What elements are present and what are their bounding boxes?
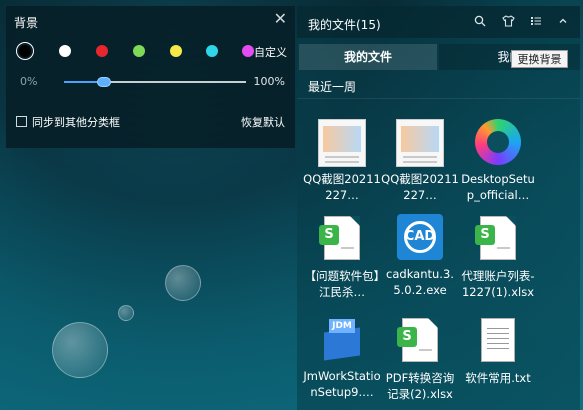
bubble-decoration: [165, 265, 201, 301]
custom-color-button[interactable]: 自定义: [254, 44, 287, 60]
divider: [297, 98, 580, 99]
panel-title: 背景: [14, 16, 39, 30]
sync-label: 同步到其他分类框: [32, 116, 120, 129]
image-thumbnail-icon: [396, 119, 444, 167]
color-swatch[interactable]: [19, 45, 31, 57]
file-name: cadkantu.3.5.0.2.exe: [386, 267, 454, 297]
color-swatches: [16, 44, 291, 58]
opacity-slider-thumb[interactable]: [97, 77, 112, 87]
color-swatch[interactable]: [242, 45, 254, 57]
file-item[interactable]: 软件常用.txt: [459, 316, 537, 386]
file-name: QQ截图20211227…: [381, 172, 459, 202]
color-swatch[interactable]: [133, 45, 145, 57]
text-file-icon: [481, 318, 515, 362]
file-name: DesktopSetup_official…: [461, 172, 535, 202]
color-swatch[interactable]: [206, 45, 218, 57]
search-icon[interactable]: [473, 15, 487, 29]
section-recent-week: 最近一周: [308, 80, 357, 94]
file-name: PDF转换咨询记录(2).xlsx: [385, 371, 455, 401]
file-name: QQ截图20211227…: [303, 172, 381, 202]
file-name: JmWorkStationSetup9.…: [303, 369, 381, 399]
sync-checkbox-row[interactable]: 同步到其他分类框: [16, 114, 120, 130]
color-swatch[interactable]: [59, 45, 71, 57]
file-item[interactable]: S 【问题软件包】江民杀…: [303, 214, 381, 300]
list-icon[interactable]: [529, 15, 543, 29]
file-item[interactable]: S 代理账户列表-1227(1).xlsx: [459, 214, 537, 300]
file-item[interactable]: QQ截图20211227…: [381, 119, 459, 203]
image-thumbnail-icon: [318, 119, 366, 167]
tab-my-files[interactable]: 我的文件: [299, 44, 437, 70]
file-name: 代理账户列表-1227(1).xlsx: [461, 269, 535, 299]
edge-browser-icon: [475, 119, 521, 165]
restore-default-button[interactable]: 恢复默认: [241, 114, 285, 130]
file-item[interactable]: JDM JmWorkStationSetup9.…: [303, 316, 381, 400]
opacity-slider[interactable]: [64, 77, 246, 87]
sync-checkbox[interactable]: [16, 116, 27, 127]
file-item[interactable]: CAD cadkantu.3.5.0.2.exe: [381, 214, 459, 298]
color-swatch[interactable]: [170, 45, 182, 57]
tooltip-change-background: 更换背景: [511, 50, 568, 68]
cad-app-icon: CAD: [397, 214, 443, 260]
installer-box-icon: JDM: [319, 316, 365, 362]
file-item[interactable]: DesktopSetup_official…: [459, 119, 537, 203]
file-item[interactable]: S PDF转换咨询记录(2).xlsx: [381, 316, 459, 402]
opacity-min-label: 0%: [20, 75, 38, 88]
shirt-icon[interactable]: [501, 15, 515, 29]
files-header: 我的文件(15): [297, 6, 580, 38]
xlsx-file-icon: S: [475, 216, 516, 260]
collapse-icon[interactable]: [556, 15, 570, 29]
bubble-decoration: [118, 305, 134, 321]
files-title: 我的文件(15): [308, 18, 381, 32]
bubble-decoration: [52, 322, 108, 378]
file-name: 【问题软件包】江民杀…: [304, 269, 380, 299]
color-swatch[interactable]: [96, 45, 108, 57]
close-icon[interactable]: ✕: [274, 10, 287, 28]
xlsx-file-icon: S: [319, 216, 360, 260]
opacity-max-label: 100%: [253, 75, 285, 88]
background-settings-panel: 背景 ✕ 自定义 0% 100% 同步到其他分类框 恢复默认: [6, 6, 295, 148]
file-item[interactable]: QQ截图20211227…: [303, 119, 381, 203]
file-name: 软件常用.txt: [465, 371, 531, 385]
xlsx-file-icon: S: [397, 318, 438, 362]
